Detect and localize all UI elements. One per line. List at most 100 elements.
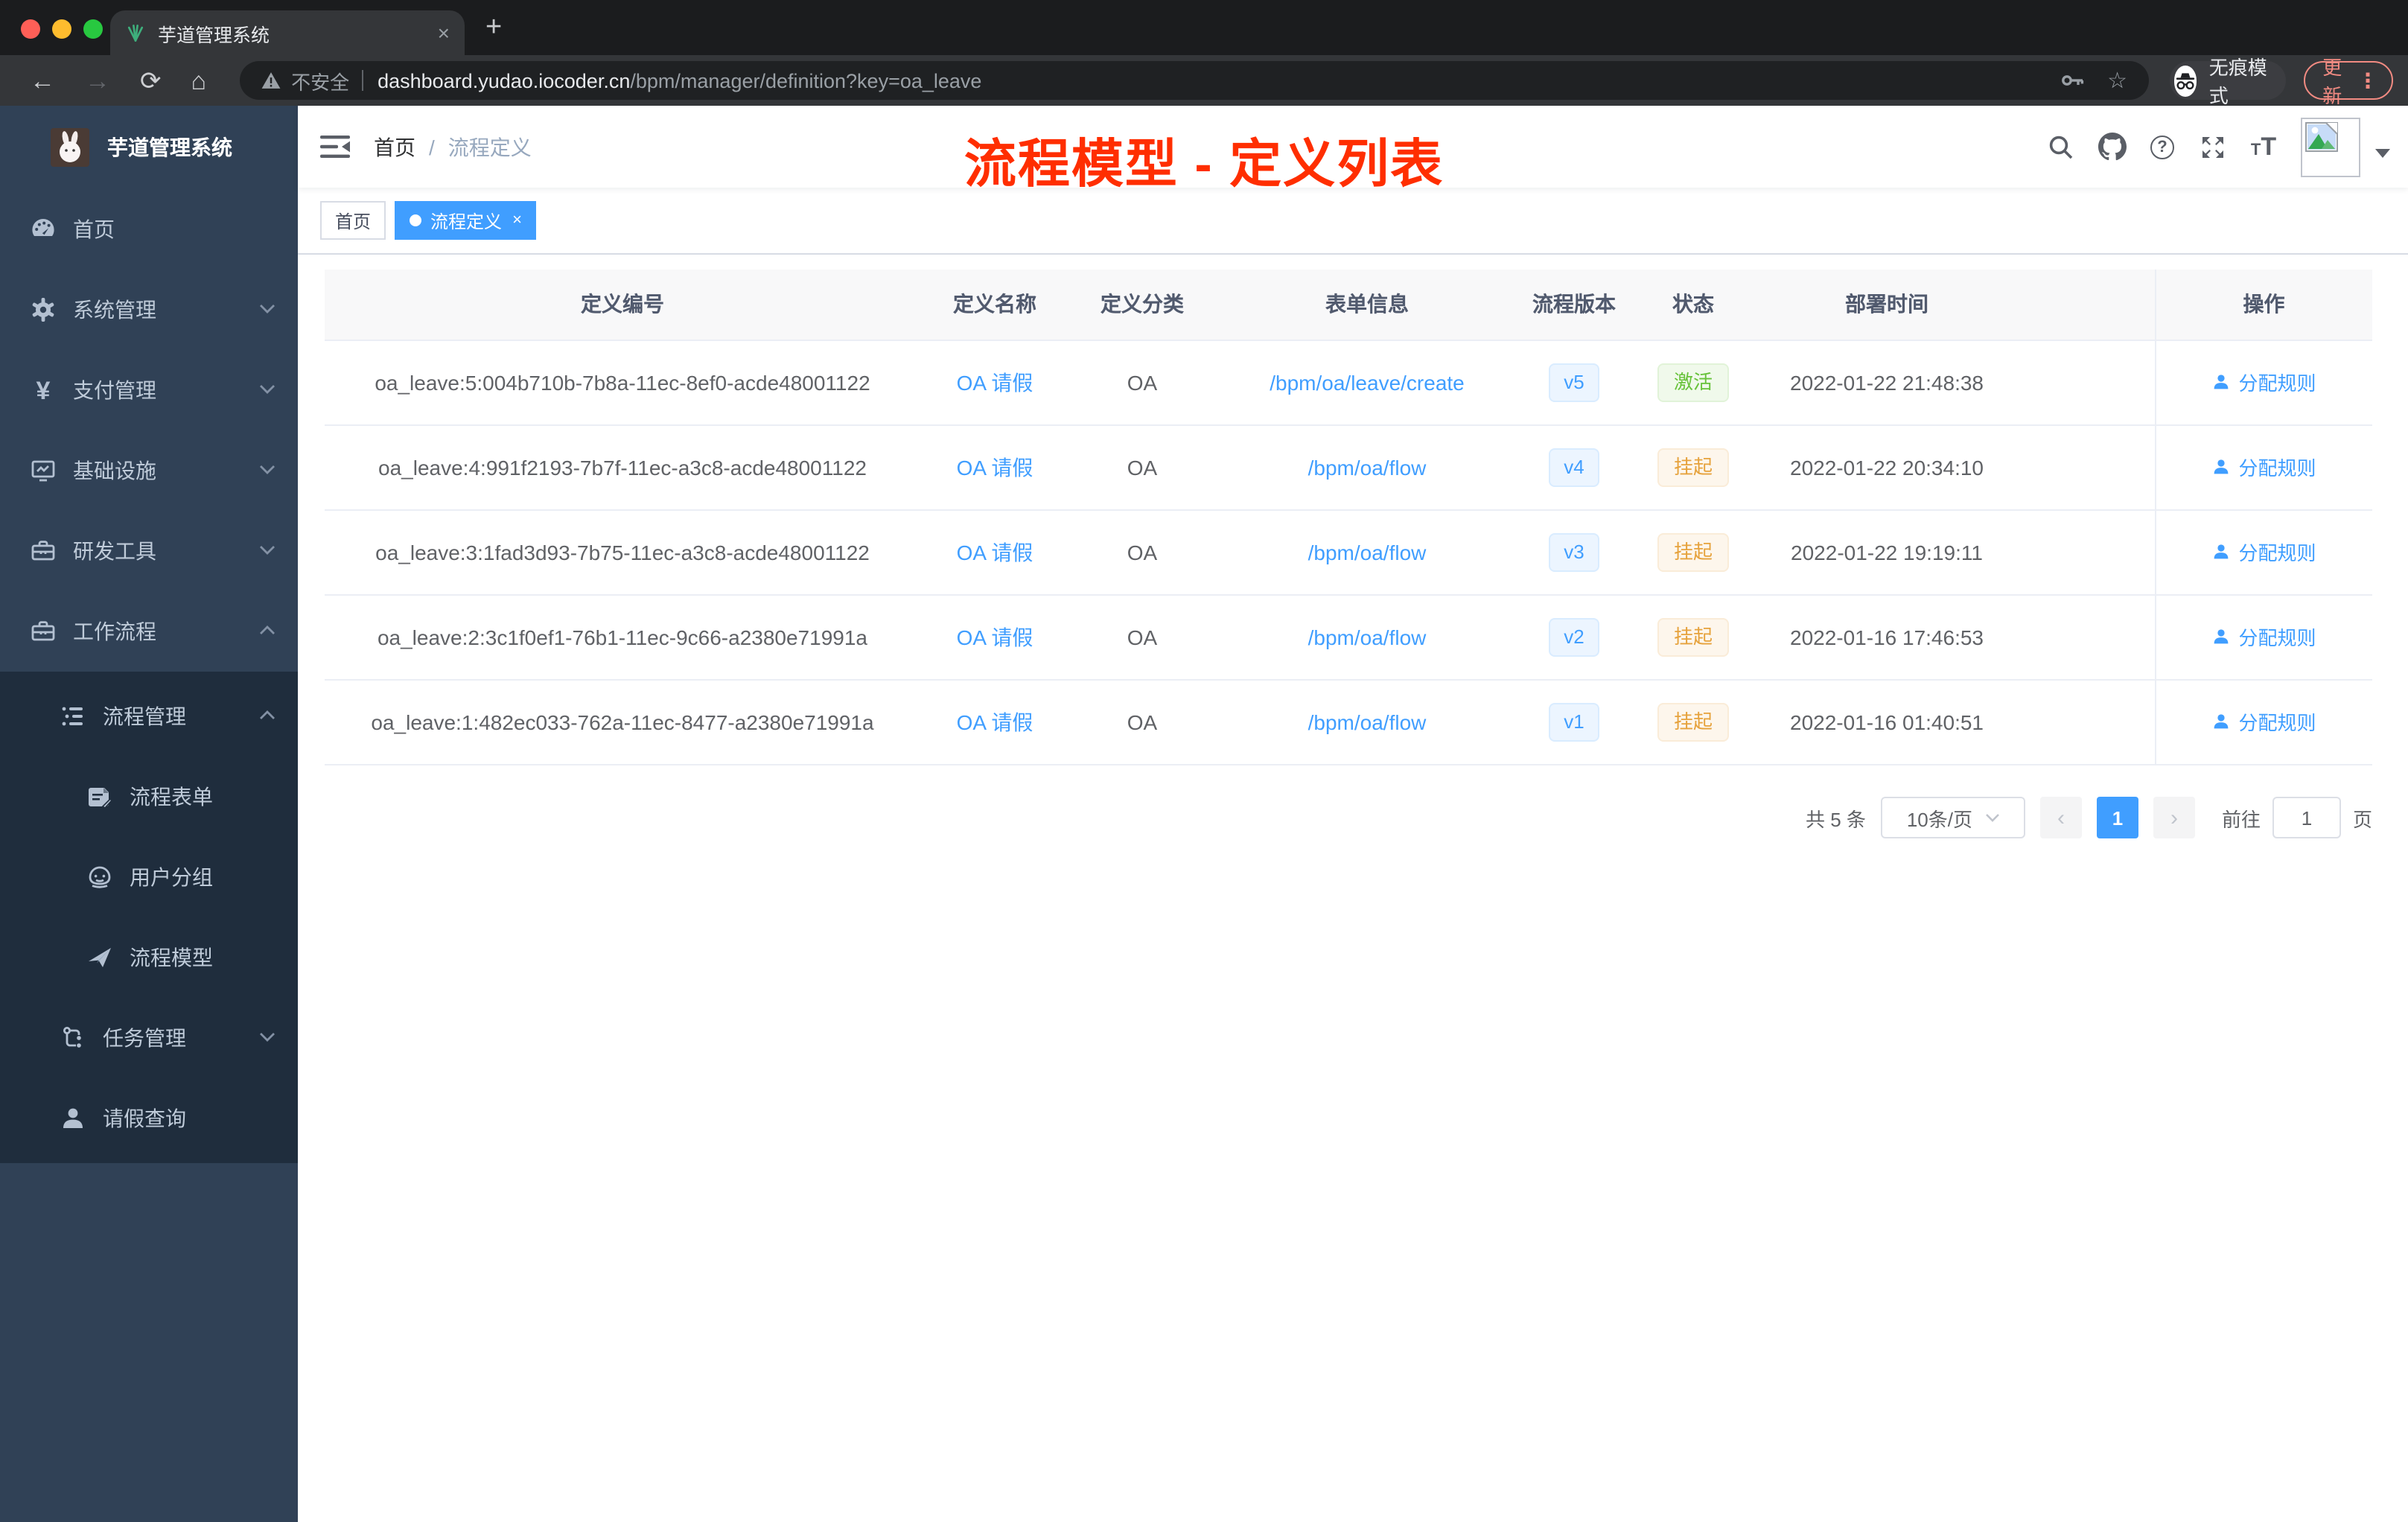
app-title: 芋道管理系统	[107, 136, 232, 159]
current-page-button[interactable]: 1	[2096, 797, 2138, 838]
cell-spacer	[2016, 594, 2155, 680]
tab-close-icon[interactable]: ×	[438, 22, 450, 43]
sidebar-item-label: 任务管理	[103, 1026, 186, 1050]
form-link[interactable]: /bpm/oa/flow	[1308, 625, 1427, 649]
github-icon[interactable]	[2086, 121, 2137, 172]
assign-rule-button[interactable]: 分配规则	[2211, 368, 2316, 396]
form-link[interactable]: /bpm/oa/flow	[1308, 455, 1427, 479]
font-size-icon[interactable]: TT	[2238, 121, 2289, 172]
breadcrumb-separator: /	[429, 135, 435, 159]
definition-name-link[interactable]: OA 请假	[957, 710, 1033, 733]
security-label[interactable]: 不安全	[291, 66, 349, 95]
version-badge: v2	[1549, 617, 1599, 656]
sidebar-item-label: 研发工具	[73, 539, 156, 563]
url-path: /bpm/manager/definition?key=oa_leave	[630, 69, 982, 92]
sidebar-item-system[interactable]: 系统管理	[0, 270, 298, 350]
tags-view-bar: 首页 流程定义 ×	[298, 188, 2408, 255]
chevron-up-icon	[259, 625, 275, 636]
sidebar-item-user-group[interactable]: 用户分组	[0, 837, 298, 917]
page-size-select[interactable]: 10条/页	[1880, 797, 2025, 838]
sidebar-item-workflow[interactable]: 工作流程	[0, 591, 298, 672]
tag-close-icon[interactable]: ×	[512, 211, 522, 229]
briefcase-icon	[30, 618, 57, 645]
definition-name-link[interactable]: OA 请假	[957, 455, 1033, 479]
sidebar-item-label: 工作流程	[73, 620, 156, 643]
cell-deploy-time: 2022-01-22 19:19:11	[1757, 509, 2016, 595]
definition-name-link[interactable]: OA 请假	[957, 540, 1033, 564]
sidebar-item-label: 首页	[73, 217, 115, 241]
definition-name-link[interactable]: OA 请假	[957, 370, 1033, 394]
form-link[interactable]: /bpm/oa/flow	[1308, 540, 1427, 564]
assign-rule-button[interactable]: 分配规则	[2211, 623, 2316, 651]
sidebar-item-label: 请假查询	[103, 1107, 186, 1130]
breadcrumb-home[interactable]: 首页	[374, 132, 415, 162]
chevron-down-icon	[259, 384, 275, 395]
definition-name-link[interactable]: OA 请假	[957, 625, 1033, 649]
browser-tab[interactable]: 芋道管理系统 ×	[110, 10, 465, 55]
page-size-value: 10条/页	[1906, 808, 1972, 830]
help-icon[interactable]: ?	[2137, 121, 2188, 172]
next-page-button[interactable]: ›	[2153, 797, 2195, 838]
tag-process-definition[interactable]: 流程定义 ×	[395, 201, 537, 240]
sidebar-item-payment[interactable]: ¥ 支付管理	[0, 350, 298, 430]
cell-spacer	[2016, 679, 2155, 765]
tag-home[interactable]: 首页	[320, 201, 386, 240]
version-badge: v4	[1549, 448, 1599, 486]
sidebar-item-task-manage[interactable]: 任务管理	[0, 998, 298, 1078]
reload-icon[interactable]: ⟳	[140, 68, 162, 93]
chevron-down-icon	[1985, 814, 1998, 822]
window-minimize-button[interactable]	[52, 19, 71, 39]
sidebar-item-process-form[interactable]: 流程表单	[0, 757, 298, 837]
forward-icon[interactable]: →	[85, 68, 110, 93]
home-icon[interactable]: ⌂	[191, 68, 207, 93]
user-icon	[2214, 459, 2229, 474]
address-bar[interactable]: 不安全 dashboard.yudao.iocoder.cn/bpm/manag…	[239, 61, 2149, 100]
status-badge: 挂起	[1657, 532, 1729, 571]
form-link[interactable]: /bpm/oa/flow	[1308, 710, 1427, 733]
sidebar-collapse-icon[interactable]	[320, 134, 350, 159]
window-controls	[21, 19, 103, 39]
cell-category: OA	[1069, 594, 1215, 680]
search-icon[interactable]	[2036, 121, 2086, 172]
browser-update-button[interactable]: 更新 ⋮	[2303, 57, 2393, 107]
key-icon[interactable]	[2060, 67, 2086, 94]
browser-toolbar: ← → ⟳ ⌂ 不安全 dashboard.yudao.iocoder.cn/b…	[0, 55, 2408, 107]
new-tab-button[interactable]: +	[485, 12, 502, 45]
cell-spacer	[2016, 340, 2155, 425]
col-status: 状态	[1629, 270, 1757, 340]
chevron-up-icon	[259, 710, 275, 721]
sidebar-item-devtools[interactable]: 研发工具	[0, 511, 298, 591]
user-avatar[interactable]	[2301, 117, 2360, 176]
goto-page-input[interactable]: 1	[2272, 797, 2341, 838]
status-badge: 挂起	[1657, 448, 1729, 486]
avatar-caret-icon[interactable]	[2375, 148, 2390, 157]
dashboard-icon	[30, 216, 57, 243]
chevron-down-icon	[259, 545, 275, 555]
sidebar-item-leave-query[interactable]: 请假查询	[0, 1078, 298, 1159]
goto-label: 前往	[2221, 808, 2261, 830]
sidebar-item-infrastructure[interactable]: 基础设施	[0, 430, 298, 511]
assign-rule-button[interactable]: 分配规则	[2211, 538, 2316, 566]
fullscreen-icon[interactable]	[2188, 121, 2238, 172]
sidebar-item-process-model[interactable]: 流程模型	[0, 917, 298, 998]
window-close-button[interactable]	[21, 19, 40, 39]
tag-label: 流程定义	[430, 211, 503, 232]
status-badge: 激活	[1657, 363, 1729, 401]
user-icon	[2214, 629, 2229, 644]
browser-menu-icon[interactable]: ⋮	[2357, 68, 2378, 93]
assign-rule-button[interactable]: 分配规则	[2211, 453, 2316, 481]
sidebar-item-home[interactable]: 首页	[0, 189, 298, 270]
back-icon[interactable]: ←	[30, 68, 55, 93]
bookmark-star-icon[interactable]: ☆	[2107, 69, 2127, 92]
app-navbar: 首页 / 流程定义 ? T T	[298, 106, 2408, 188]
assign-rule-button[interactable]: 分配规则	[2211, 707, 2316, 736]
sidebar-item-label: 流程模型	[130, 946, 213, 969]
window-zoom-button[interactable]	[83, 19, 103, 39]
sidebar-item-process-manage[interactable]: 流程管理	[0, 676, 298, 757]
sidebar-logo[interactable]: 芋道管理系统	[0, 106, 298, 189]
sidebar-item-label: 支付管理	[73, 378, 156, 402]
cell-definition-id: oa_leave:3:1fad3d93-7b75-11ec-a3c8-acde4…	[325, 509, 920, 595]
prev-page-button[interactable]: ‹	[2039, 797, 2082, 838]
form-link[interactable]: /bpm/oa/leave/create	[1270, 370, 1465, 394]
update-label[interactable]: 更新	[2322, 52, 2345, 109]
